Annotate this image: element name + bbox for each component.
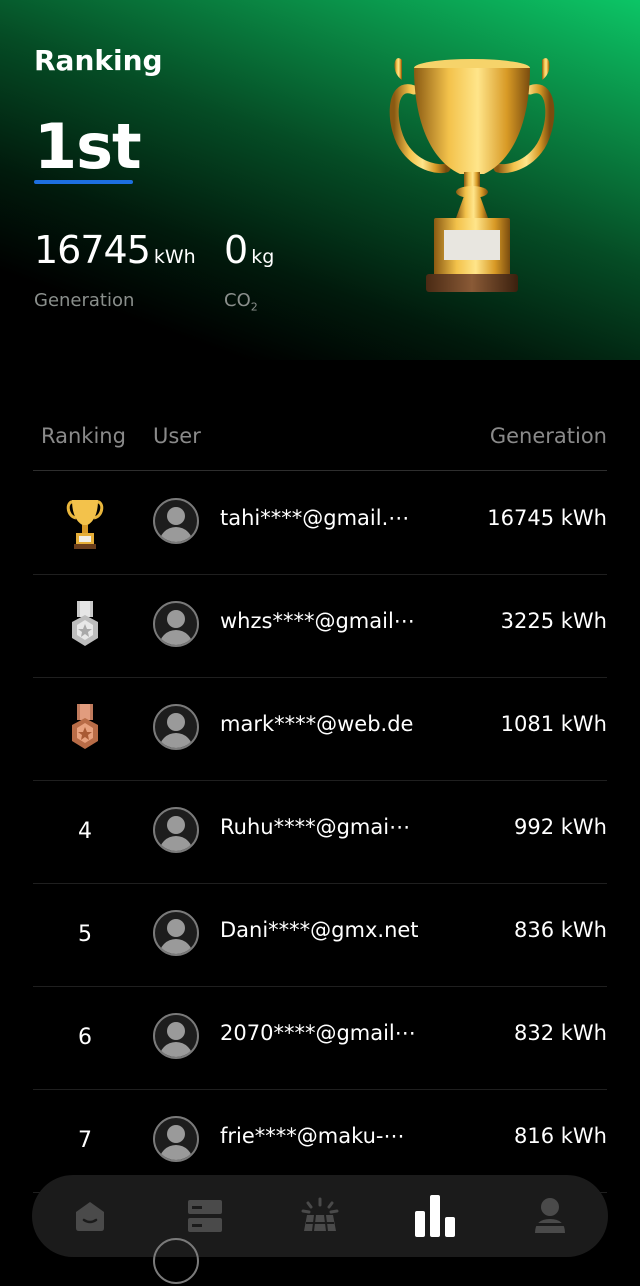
avatar [153,704,199,750]
generation-cell: 1081 kWh [500,712,607,736]
user-email: Dani****@gmx.net [220,918,419,942]
co2-stat: 0 kg [224,228,274,272]
generation-cell: 3225 kWh [500,609,607,633]
table-row[interactable]: mark****@web.de 1081 kWh [33,677,607,781]
co2-label-subscript: 2 [250,300,258,314]
co2-label-text: CO [224,290,251,311]
bronze-medal-icon [72,703,98,749]
rank-cell: 6 [78,1025,92,1050]
user-email: tahi****@gmail.⋯ [220,506,410,530]
gold-trophy-icon [66,499,104,549]
generation-stat: 16745 kWh [34,228,196,272]
avatar [153,807,199,853]
table-row-partial [33,1192,607,1286]
page-title: Ranking [34,44,163,77]
table-row[interactable]: 5 Dani****@gmx.net 836 kWh [33,883,607,987]
rank-cell: 5 [78,922,92,947]
user-email: whzs****@gmail⋯ [220,609,415,633]
table-header: Ranking User Generation [33,420,607,471]
avatar [153,498,199,544]
avatar [153,910,199,956]
co2-unit: kg [251,246,275,268]
generation-cell: 832 kWh [514,1021,607,1045]
rank-cell [33,677,137,780]
table-row[interactable]: 6 2070****@gmail⋯ 832 kWh [33,986,607,1090]
my-rank: 1st [34,110,142,183]
table-row[interactable]: tahi****@gmail.⋯ 16745 kWh [33,471,607,575]
rank-underline [34,180,133,184]
avatar [153,601,199,647]
generation-cell: 836 kWh [514,918,607,942]
column-user: User [153,424,201,448]
generation-cell: 816 kWh [514,1124,607,1148]
trophy-icon [389,58,555,292]
rank-cell [33,574,137,677]
column-generation: Generation [489,424,607,448]
column-ranking: Ranking [41,424,126,448]
table-row[interactable]: whzs****@gmail⋯ 3225 kWh [33,574,607,678]
co2-label: CO2 [224,290,258,314]
avatar [153,1238,199,1284]
rank-cell [33,471,137,574]
co2-value: 0 [224,228,248,272]
generation-cell: 16745 kWh [487,506,607,530]
avatar [153,1013,199,1059]
generation-unit: kWh [153,246,196,268]
silver-medal-icon [72,600,98,646]
user-email: mark****@web.de [220,712,414,736]
generation-cell: 992 kWh [514,815,607,839]
user-email: Ruhu****@gmai⋯ [220,815,411,839]
table-row[interactable]: 4 Ruhu****@gmai⋯ 992 kWh [33,780,607,884]
generation-label: Generation [34,290,135,311]
user-email: frie****@maku-⋯ [220,1124,405,1148]
generation-value: 16745 [34,228,151,272]
avatar [153,1116,199,1162]
user-email: 2070****@gmail⋯ [220,1021,416,1045]
rank-cell: 4 [78,819,92,844]
